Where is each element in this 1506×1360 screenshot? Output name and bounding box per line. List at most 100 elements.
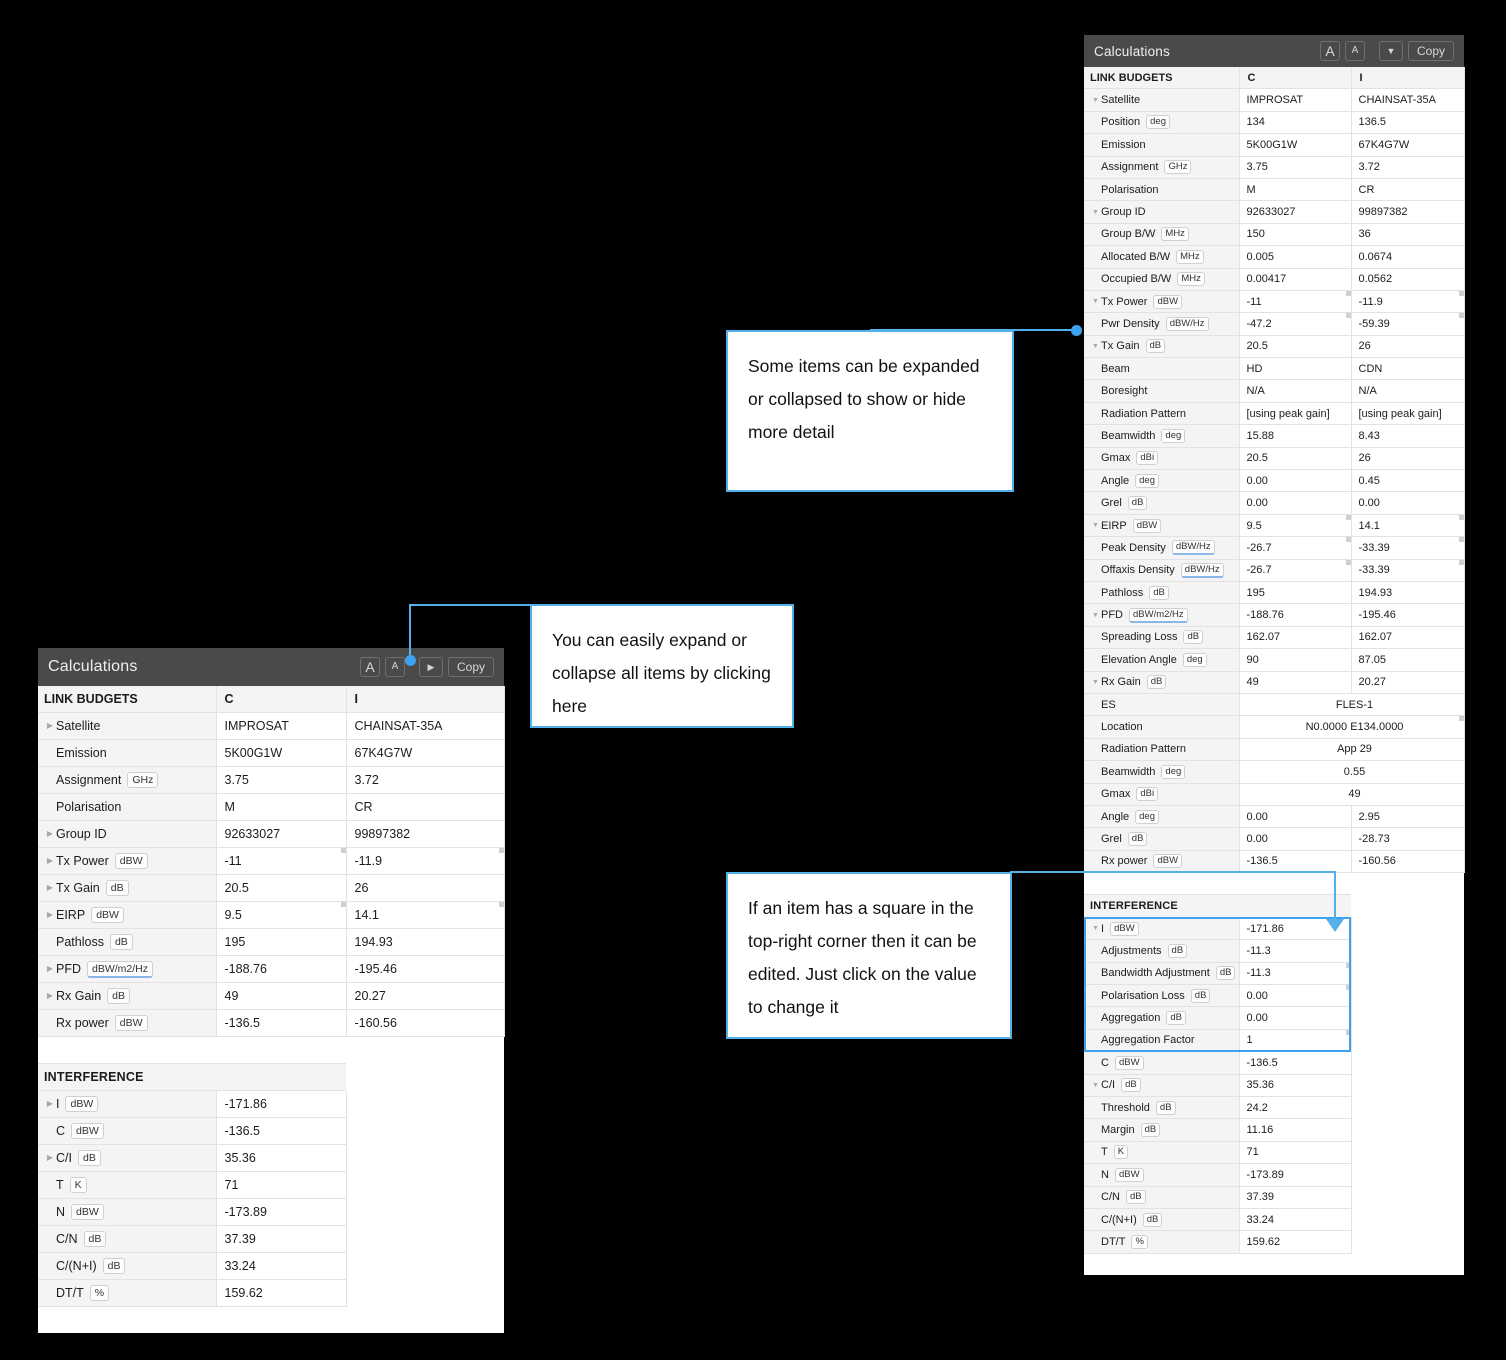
value-cell-i[interactable]: 14.1 (1351, 514, 1465, 538)
value-cell-c[interactable]: -47.2 (1239, 312, 1352, 336)
interference-header-text: INTERFERENCE (1084, 894, 1351, 918)
disclosure-spacer-icon: ▶ (1090, 186, 1101, 193)
row-label-cell: ▶Beamwidth deg (1084, 760, 1240, 784)
value-cell-i[interactable]: -59.39 (1351, 312, 1465, 336)
disclosure-triangle-icon[interactable]: ▼ (1090, 1082, 1101, 1089)
row-label-text: Emission (56, 746, 107, 760)
calculations-panel-left[interactable]: Calculations A A ▶ Copy LINK BUDGETS C I ▶ S… (38, 648, 505, 1333)
row-label-cell: ▶Assignment GHz (38, 766, 217, 794)
value-cell-c[interactable]: -26.7 (1239, 559, 1352, 582)
row-label-cell[interactable]: ▶ Tx Power dBW (38, 847, 217, 875)
value-cell-i: CR (1351, 178, 1465, 202)
font-decrease-button[interactable]: A (1344, 41, 1365, 61)
row-label-cell[interactable]: ▼ Tx Power dBW (1084, 290, 1240, 314)
disclosure-triangle-icon[interactable]: ▼ (1090, 298, 1101, 305)
disclosure-triangle-icon[interactable]: ▼ (1090, 209, 1101, 216)
calculations-panel-right[interactable]: Calculations A A ▼ Copy LINK BUDGETS C I ▼ S… (1084, 35, 1465, 1276)
disclosure-triangle-icon[interactable]: ▶ (44, 722, 56, 730)
disclosure-triangle-icon[interactable]: ▶ (44, 911, 56, 919)
collapse-all-toggle-button[interactable]: ▼ (1378, 41, 1403, 61)
row-label-text: I (1101, 922, 1105, 935)
row-label-cell[interactable]: ▼ C/I dB (1084, 1074, 1240, 1097)
row-label-cell[interactable]: ▶ PFD dBW/m2/Hz (38, 955, 217, 983)
row-label-cell: ▶CdBW (38, 1117, 217, 1145)
value-cell-i[interactable]: -11.9 (346, 847, 505, 875)
unit-badge: dBi (1136, 451, 1159, 466)
font-decrease-button[interactable]: A (384, 657, 405, 677)
unit-dropdown[interactable]: dBW/m2/Hz (87, 960, 154, 978)
value-cell-merged[interactable]: N0.0000 E134.0000 (1239, 715, 1465, 739)
table-row: ▶C/N dB 37.39 (1084, 1186, 1464, 1209)
copy-button[interactable]: Copy (1407, 41, 1454, 61)
value-cell-c: 159.62 (216, 1279, 347, 1307)
disclosure-triangle-icon[interactable]: ▼ (1090, 679, 1101, 686)
font-increase-button[interactable]: A (359, 657, 380, 677)
table-row: ▶GmaxdBi49 (1084, 783, 1465, 806)
table-row: ▶BoresightN/AN/A (1084, 379, 1465, 403)
row-label-text: ES (1101, 698, 1116, 711)
value-cell-c[interactable]: -11 (1239, 290, 1352, 314)
value-cell-c[interactable]: 1 (1239, 1029, 1352, 1053)
disclosure-triangle-icon[interactable]: ▶ (44, 965, 56, 973)
disclosure-triangle-icon[interactable]: ▶ (44, 992, 56, 1000)
row-label-cell[interactable]: ▶ IdBW (38, 1090, 217, 1118)
disclosure-spacer-icon: ▶ (1090, 1015, 1101, 1022)
row-label-cell[interactable]: ▼ PFD dBW/m2/Hz (1084, 603, 1240, 627)
expand-all-toggle-button[interactable]: ▶ (418, 657, 443, 677)
callout-text: You can easily expand or collapse all it… (552, 630, 771, 716)
value-cell-i[interactable]: -11.9 (1351, 290, 1465, 314)
value-cell-i[interactable]: 14.1 (346, 901, 505, 929)
unit-dropdown[interactable]: dBW/m2/Hz (1129, 607, 1188, 623)
disclosure-triangle-icon[interactable]: ▶ (44, 1154, 56, 1162)
value-cell-i: [using peak gain] (1351, 402, 1465, 426)
disclosure-triangle-icon[interactable]: ▶ (44, 857, 56, 865)
disclosure-triangle-icon[interactable]: ▶ (44, 830, 56, 838)
row-label-cell: ▶C/N dB (1084, 1186, 1240, 1209)
value-cell-i[interactable]: -33.39 (1351, 536, 1465, 560)
value-cell-c[interactable]: 9.5 (216, 901, 347, 929)
value-cell-c[interactable]: 0.00 (1239, 984, 1352, 1008)
table-row: ▶Emission5K00G1W67K4G7W (38, 739, 505, 767)
table-row: ▶Adjustments dB -11.3 (1084, 939, 1464, 963)
font-increase-button[interactable]: A (1319, 41, 1340, 61)
table-row: ▶C/(N+I) dB 33.24 (1084, 1208, 1464, 1232)
disclosure-triangle-icon[interactable]: ▼ (1090, 97, 1101, 104)
unit-dropdown[interactable]: dBW/Hz (1180, 562, 1224, 578)
disclosure-triangle-icon[interactable]: ▶ (44, 884, 56, 892)
row-label-cell[interactable]: ▶ Tx Gain dB (38, 874, 217, 902)
unit-dropdown[interactable]: dBW/Hz (1171, 540, 1215, 556)
row-label-cell[interactable]: ▶ Satellite (38, 712, 217, 740)
row-label-cell[interactable]: ▼ Satellite (1084, 88, 1240, 112)
copy-button[interactable]: Copy (447, 657, 494, 677)
row-label-cell[interactable]: ▶ EIRP dBW (38, 901, 217, 929)
value-cell-i[interactable]: -33.39 (1351, 559, 1465, 582)
value-cell-c[interactable]: 9.5 (1239, 514, 1352, 538)
interference-section-header: INTERFERENCE (38, 1063, 504, 1091)
row-label-cell[interactable]: ▼ EIRP dBW (1084, 514, 1240, 538)
header-button-group: A A ▶ Copy (359, 657, 494, 677)
value-cell-c[interactable]: -26.7 (1239, 536, 1352, 560)
disclosure-triangle-icon[interactable]: ▶ (44, 1100, 56, 1108)
row-label-cell[interactable]: ▼ IdBW (1084, 917, 1240, 941)
row-label-text: Offaxis Density (1101, 564, 1175, 577)
row-label-cell[interactable]: ▶ Rx Gain dB (38, 982, 217, 1010)
row-filler-cell (1351, 1230, 1464, 1254)
unit-badge: dBW (1114, 1055, 1144, 1070)
unit-badge: dBW (1110, 921, 1139, 936)
disclosure-triangle-icon[interactable]: ▼ (1090, 343, 1101, 350)
row-label-cell: ▶CdBW (1084, 1051, 1240, 1075)
row-label-cell: ▶Position deg (1084, 111, 1240, 135)
row-label-cell[interactable]: ▼ Tx Gain dB (1084, 335, 1240, 359)
row-label-cell[interactable]: ▶ Group ID (38, 820, 217, 848)
row-label-cell[interactable]: ▼ Group ID (1084, 200, 1240, 224)
row-label-cell[interactable]: ▼ Rx Gain dB (1084, 671, 1240, 694)
table-row: ▶Bandwidth Adjustment dB-11.3 (1084, 962, 1464, 986)
row-label-cell[interactable]: ▶ C/I dB (38, 1144, 217, 1172)
value-cell-c[interactable]: -11.3 (1239, 962, 1352, 986)
disclosure-triangle-icon[interactable]: ▼ (1090, 522, 1101, 529)
disclosure-triangle-icon[interactable]: ▼ (1090, 612, 1101, 619)
disclosure-triangle-icon[interactable]: ▼ (1090, 925, 1101, 932)
unit-badge: dBW (71, 1204, 104, 1220)
row-label-text: C/(N+I) (56, 1259, 97, 1273)
value-cell-c[interactable]: -11 (216, 847, 347, 875)
